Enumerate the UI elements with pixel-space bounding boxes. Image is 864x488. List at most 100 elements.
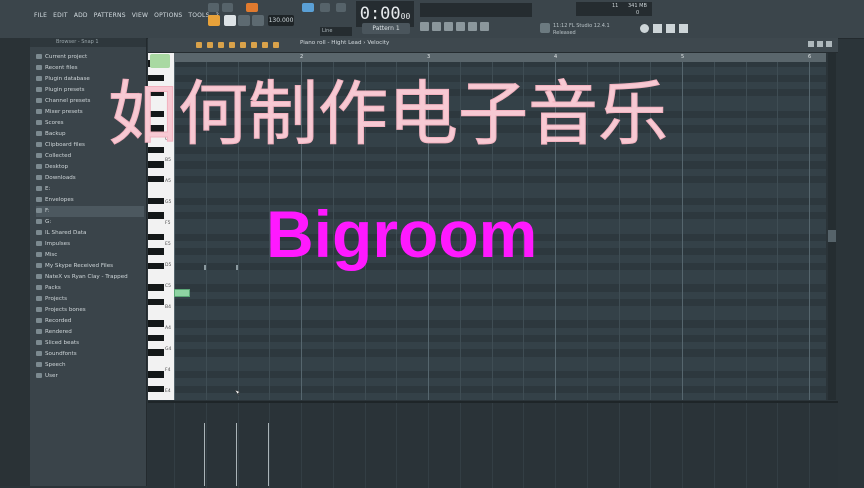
pattern-selector[interactable]: Pattern 1 xyxy=(362,23,410,34)
pattern-mode-button[interactable] xyxy=(208,15,220,26)
browser-item[interactable]: E: xyxy=(36,184,144,195)
plugin-icon[interactable] xyxy=(480,22,489,31)
news-panel[interactable]: 11:12 FL Studio 12.4.1 Released xyxy=(553,23,631,37)
draw-tool-icon[interactable] xyxy=(196,42,202,48)
browser-item-label: Recent files xyxy=(45,65,78,71)
velocity-grid-line xyxy=(650,403,652,488)
metronome-icon[interactable] xyxy=(320,3,330,12)
delete-tool-icon[interactable] xyxy=(218,42,224,48)
paint-tool-icon[interactable] xyxy=(207,42,213,48)
snap-icon[interactable] xyxy=(302,3,314,12)
folder-icon xyxy=(36,351,42,356)
playback-tool-icon[interactable] xyxy=(273,42,279,48)
folder-icon xyxy=(36,87,42,92)
scrollbar-thumb[interactable] xyxy=(828,230,836,242)
play-button[interactable] xyxy=(224,15,236,26)
minimize-icon[interactable] xyxy=(808,41,814,47)
browser-item[interactable]: Misc xyxy=(36,250,144,261)
record-icon[interactable] xyxy=(222,3,233,12)
mic-icon[interactable] xyxy=(666,24,675,33)
slice-tool-icon[interactable] xyxy=(240,42,246,48)
black-key[interactable] xyxy=(148,320,164,327)
menu-edit[interactable]: EDIT xyxy=(53,12,68,24)
browser-item[interactable]: User xyxy=(36,371,144,382)
black-key[interactable] xyxy=(148,349,164,356)
black-key[interactable] xyxy=(148,197,164,205)
folder-icon xyxy=(36,252,42,257)
window-tools xyxy=(640,24,688,33)
browser-item[interactable]: Envelopes xyxy=(36,195,144,206)
close-icon[interactable] xyxy=(826,41,832,47)
black-key[interactable] xyxy=(148,161,164,168)
browser-item[interactable]: Projects xyxy=(36,294,144,305)
black-key[interactable] xyxy=(148,284,164,291)
cut-icon[interactable] xyxy=(653,24,662,33)
folder-icon xyxy=(36,142,42,147)
menu-options[interactable]: OPTIONS xyxy=(154,12,182,24)
channel-rack-icon[interactable] xyxy=(444,22,453,31)
browser-item[interactable]: IL Shared Data xyxy=(36,228,144,239)
menu-tools[interactable]: TOOLS xyxy=(188,12,209,24)
download-icon[interactable] xyxy=(540,23,550,33)
mute-tool-icon[interactable] xyxy=(229,42,235,48)
black-key[interactable] xyxy=(148,248,164,255)
record-button[interactable] xyxy=(252,15,264,26)
select-tool-icon[interactable] xyxy=(251,42,257,48)
browser-item-label: F: xyxy=(45,208,50,214)
browser-item-label: Rendered xyxy=(45,329,72,335)
pattern-song-toggle[interactable] xyxy=(246,3,258,12)
browser-item[interactable]: Downloads xyxy=(36,173,144,184)
menu-patterns[interactable]: PATTERNS xyxy=(94,12,126,24)
snap-select[interactable]: Line xyxy=(320,27,352,36)
black-key[interactable] xyxy=(148,371,164,378)
black-key[interactable] xyxy=(148,334,164,342)
piano-roll-breadcrumb[interactable]: Piano roll - Hight Lead › Velocity xyxy=(300,40,389,46)
black-key[interactable] xyxy=(148,175,164,183)
black-key[interactable] xyxy=(148,212,164,219)
menu-view[interactable]: VIEW xyxy=(132,12,148,24)
browser-item[interactable]: Impulses xyxy=(36,239,144,250)
key-label: C5 xyxy=(165,284,172,289)
zoom-tool-icon[interactable] xyxy=(262,42,268,48)
note-marker[interactable] xyxy=(236,265,238,270)
mouse-cursor-icon xyxy=(234,389,241,397)
vertical-scrollbar[interactable] xyxy=(828,53,836,400)
grid-line xyxy=(682,62,683,400)
velocity-lane[interactable] xyxy=(148,401,838,488)
browser-item[interactable]: G: xyxy=(36,217,144,228)
note[interactable] xyxy=(174,289,190,297)
browser-item[interactable]: My Skype Received Files xyxy=(36,261,144,272)
browser-item[interactable]: Desktop xyxy=(36,162,144,173)
playlist-icon[interactable] xyxy=(420,22,429,31)
memory-value: 341 MB xyxy=(628,3,647,9)
tempo-display[interactable]: 130.000 xyxy=(268,15,294,26)
velocity-grid-line xyxy=(618,403,620,488)
piano-roll-icon[interactable] xyxy=(432,22,441,31)
folder-icon xyxy=(36,274,42,279)
maximize-icon[interactable] xyxy=(817,41,823,47)
browser-item[interactable]: Projects bones xyxy=(36,305,144,316)
browser-item[interactable]: Soundfonts xyxy=(36,349,144,360)
play-icon[interactable] xyxy=(208,3,219,12)
velocity-grid-line xyxy=(396,403,398,488)
black-key[interactable] xyxy=(148,233,164,241)
note-marker[interactable] xyxy=(204,265,206,270)
help-icon[interactable] xyxy=(679,24,688,33)
clock-icon[interactable] xyxy=(640,24,649,33)
menu-file[interactable]: FILE xyxy=(34,12,47,24)
browser-item[interactable]: F: xyxy=(36,206,144,217)
black-key[interactable] xyxy=(148,385,164,393)
menu-add[interactable]: ADD xyxy=(74,12,88,24)
browser-item[interactable]: Speech xyxy=(36,360,144,371)
browser-item[interactable]: Recorded xyxy=(36,316,144,327)
black-key[interactable] xyxy=(148,298,164,306)
stop-button[interactable] xyxy=(238,15,250,26)
browser-item[interactable]: Sliced beats xyxy=(36,338,144,349)
browser-item[interactable]: Packs xyxy=(36,283,144,294)
browser-item[interactable]: NateX vs Ryan Clay - Trapped xyxy=(36,272,144,283)
browser-icon[interactable] xyxy=(468,22,477,31)
wait-input-icon[interactable] xyxy=(336,3,346,12)
black-key[interactable] xyxy=(148,262,164,270)
browser-item[interactable]: Rendered xyxy=(36,327,144,338)
mixer-icon[interactable] xyxy=(456,22,465,31)
